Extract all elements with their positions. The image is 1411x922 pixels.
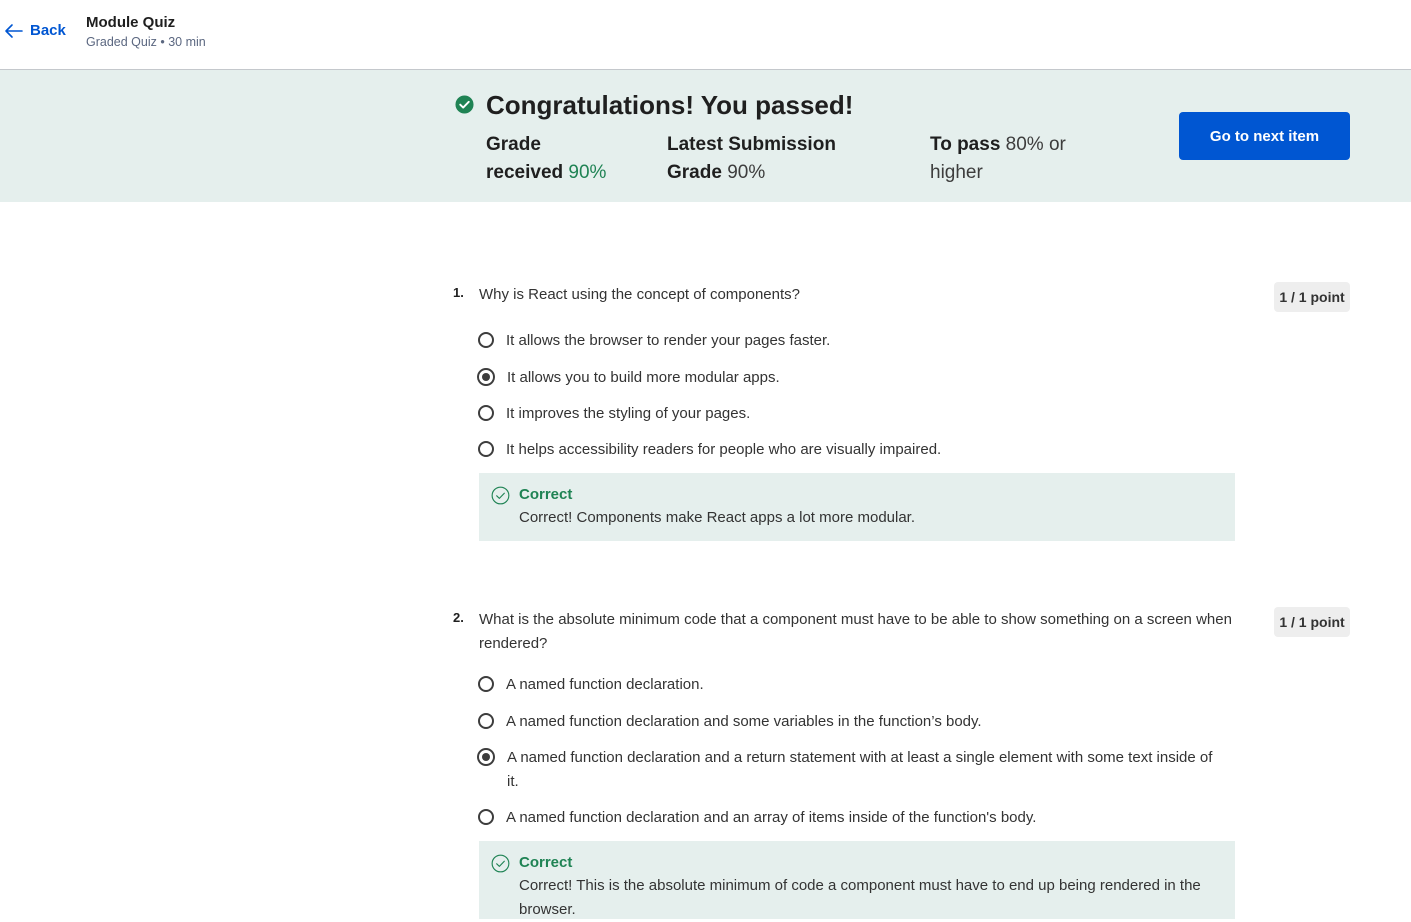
check-circle-icon [455,95,474,119]
top-bar: Back Module Quiz Graded Quiz • 30 min [0,0,1411,70]
answer-option[interactable]: A named function declaration. [478,673,1238,697]
option-label: A named function declaration and an arra… [506,809,1037,826]
answer-option[interactable]: A named function declaration and a retur… [477,746,1228,794]
pass-value-line1: 80% or [1005,134,1066,155]
grade-received: Grade received 90% [486,131,636,187]
radio-button[interactable] [478,713,494,729]
go-to-next-item-button[interactable]: Go to next item [1179,112,1350,160]
page-title: Module Quiz [86,14,176,31]
points-badge: 1 / 1 point [1274,607,1350,637]
arrow-left-icon [4,23,24,39]
feedback-text: Correct! This is the absolute minimum of… [519,877,1201,918]
question-text: Why is React using the concept of compon… [479,286,801,303]
grade-value: 90% [568,162,607,183]
feedback-box: Correct Correct! Components make React a… [479,473,1235,541]
latest-label-line1: Latest Submission [667,134,836,155]
answer-option[interactable]: A named function declaration and some va… [478,710,1238,734]
answer-option[interactable]: It improves the styling of your pages. [478,402,1238,426]
radio-button[interactable] [478,676,494,692]
latest-submission-grade: Latest Submission Grade 90% [667,131,867,187]
option-label: It allows the browser to render your pag… [506,332,831,349]
pass-value-line2: higher [930,162,983,183]
radio-button[interactable] [478,332,494,348]
option-label: A named function declaration and a retur… [507,749,1213,790]
pass-label: To pass [930,134,1001,155]
result-headline: Congratulations! You passed! [486,90,854,120]
check-circle-outline-icon [491,486,510,510]
option-label: A named function declaration. [506,676,704,693]
radio-button-selected[interactable] [477,748,495,766]
back-label: Back [30,22,66,39]
grade-label-line1: Grade [486,134,541,155]
page-title-block: Module Quiz Graded Quiz • 30 min [86,14,206,50]
answer-option[interactable]: A named function declaration and an arra… [478,806,1238,830]
feedback-title: Correct [519,486,573,503]
radio-button[interactable] [478,809,494,825]
back-button[interactable]: Back [4,22,66,39]
answer-option[interactable]: It allows you to build more modular apps… [477,366,1238,390]
points-badge: 1 / 1 point [1274,282,1350,312]
feedback-title: Correct [519,854,573,871]
answer-option[interactable]: It allows the browser to render your pag… [478,329,1238,353]
pass-threshold: To pass 80% or higher [930,131,1090,187]
option-label: It helps accessibility readers for peopl… [506,441,942,458]
page-subtitle: Graded Quiz • 30 min [86,35,206,49]
radio-button-selected[interactable] [477,368,495,386]
answer-option[interactable]: It helps accessibility readers for peopl… [478,438,1238,462]
grade-label-line2: received [486,162,564,183]
question-number: 1. [453,285,464,300]
question-text: What is the absolute minimum code that a… [479,611,1232,652]
question-number: 2. [453,610,464,625]
option-label: It improves the styling of your pages. [506,405,751,422]
radio-button[interactable] [478,405,494,421]
option-label: A named function declaration and some va… [506,713,982,730]
feedback-text: Correct! Components make React apps a lo… [519,509,916,526]
feedback-box: Correct Correct! This is the absolute mi… [479,841,1235,919]
latest-value: 90% [727,162,766,183]
check-circle-outline-icon [491,854,510,878]
option-label: It allows you to build more modular apps… [507,369,780,386]
radio-button[interactable] [478,441,494,457]
latest-label-line2: Grade [667,162,722,183]
